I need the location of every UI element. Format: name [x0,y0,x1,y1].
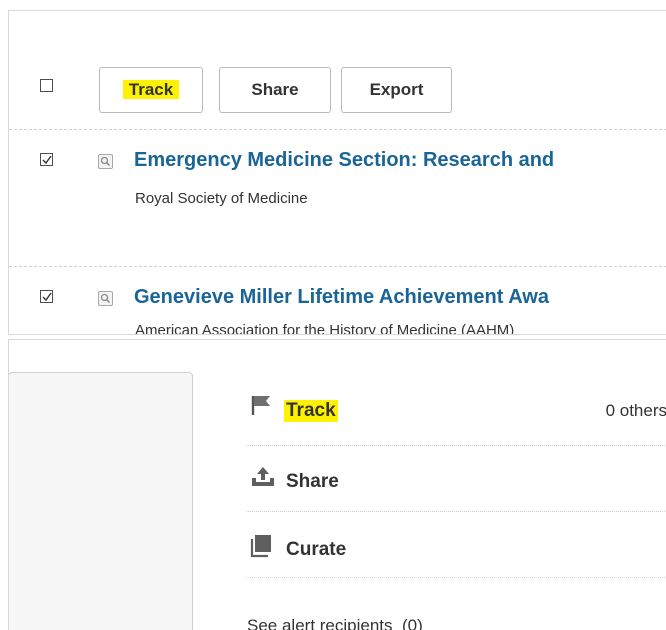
curate-action-row[interactable]: Curate [246,512,666,578]
select-all-checkbox[interactable] [40,79,53,92]
export-button[interactable]: Export [341,67,452,113]
share-button[interactable]: Share [219,67,331,113]
recipients-count: (0) [401,616,423,630]
result-row: Genevieve Miller Lifetime Achievement Aw… [9,267,666,335]
curate-action-label[interactable]: Curate [286,539,346,561]
result-org: American Association for the History of … [135,322,515,335]
result-title-link[interactable]: Genevieve Miller Lifetime Achievement Aw… [134,286,549,309]
track-action-label[interactable]: Track [284,400,338,422]
export-button-label: Export [369,80,424,99]
recipients-label: See alert recipients [247,616,393,630]
track-others-count: 0 others [605,401,666,420]
track-button[interactable]: Track [99,67,203,113]
flag-icon [251,396,270,415]
actions-panel: Track 0 others Share Curate See alert re… [8,339,666,630]
checkmark-icon [42,292,52,302]
result-title-link[interactable]: Emergency Medicine Section: Research and [134,149,554,172]
checkmark-icon [42,155,52,165]
track-button-label: Track [122,80,180,99]
result-checkbox[interactable] [40,153,53,166]
track-action-row[interactable]: Track 0 others [246,380,666,446]
search-results-panel: Track Share Export Emergency Medicine Se… [8,10,666,335]
result-row: Emergency Medicine Section: Research and… [9,130,666,266]
magnifier-icon[interactable] [98,291,113,306]
result-org: Royal Society of Medicine [135,190,308,207]
stack-icon [250,535,271,558]
sidebar-card [9,372,193,630]
share-action-label[interactable]: Share [286,471,339,493]
share-action-row[interactable]: Share [246,446,666,512]
magnifier-icon[interactable] [98,154,113,169]
upload-icon [252,467,274,486]
result-checkbox[interactable] [40,290,53,303]
share-button-label: Share [251,80,299,99]
alert-recipients-link[interactable]: See alert recipients (0) [247,616,423,630]
